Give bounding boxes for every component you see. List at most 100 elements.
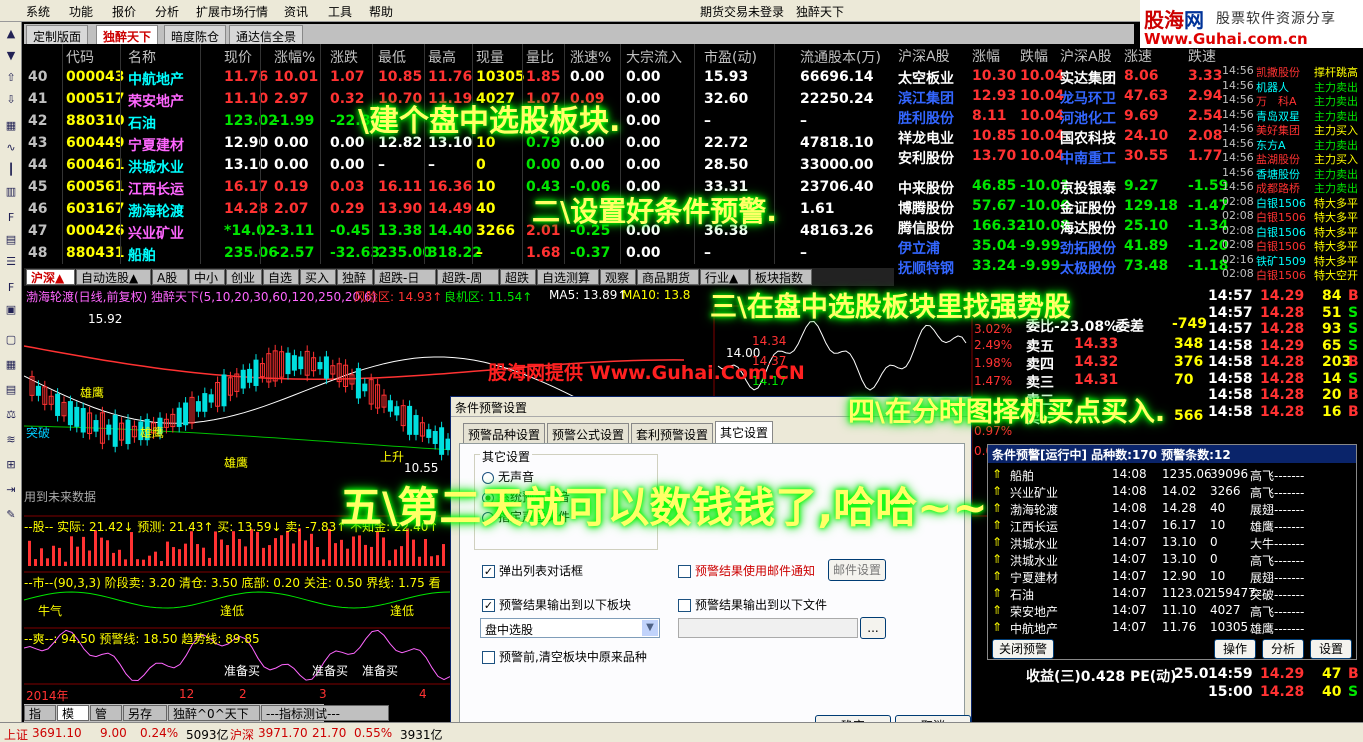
alert-row[interactable]: ⇑ 洪城水业 14:07 13.10 0 高飞------- — [992, 552, 1342, 569]
feed-item[interactable]: 02:08 白银1506 特大多平 — [1222, 195, 1363, 210]
up-arrow-icon[interactable]: ▲ — [3, 26, 19, 42]
checkbox-icon[interactable] — [678, 565, 691, 578]
line-chart-icon[interactable]: ∿ — [3, 140, 19, 156]
wave-icon[interactable]: ≋ — [3, 432, 19, 448]
table-row[interactable]: 48 880431 船舶 235.06 -2.57 -32.63 235.00 318.22–… — [24, 242, 894, 264]
tab-market-2[interactable]: A股 — [152, 269, 188, 285]
column-header[interactable]: 名称 — [128, 47, 156, 67]
zoom-icon[interactable]: ⊞ — [3, 457, 19, 473]
column-header[interactable]: 跌速 — [1188, 46, 1216, 66]
feed-item[interactable]: 14:56 东方A 主力卖出 — [1222, 137, 1363, 152]
up-arrow-icon[interactable]: ⇧ — [3, 70, 19, 86]
column-header[interactable]: 流通股本(万) — [800, 47, 881, 67]
clear-block-checkbox[interactable]: 预警前,清空板块中原来品种 — [482, 648, 647, 665]
alert-row[interactable]: ⇑ 江西长运 14:07 16.17 10 雄鹰------- — [992, 518, 1342, 535]
alert-row[interactable]: ⇑ 荣安地产 14:07 11.10 4027 高飞------- — [992, 603, 1342, 620]
tab-market-4[interactable]: 创业 — [226, 269, 262, 285]
indicator-tab[interactable]: 管理 — [90, 705, 122, 737]
list-icon[interactable]: ☰ — [3, 254, 19, 270]
tab-market-3[interactable]: 中小 — [189, 269, 225, 285]
tab-market-8[interactable]: 超跌-日 — [374, 269, 436, 285]
column-header[interactable]: 沪深A股 — [898, 46, 950, 66]
table-row[interactable]: 40 000043 中航地产 11.76 10.01 1.07 10.85 11.76 1030… — [24, 66, 894, 88]
indicator-tab[interactable]: 独醉^0^天下 — [168, 705, 260, 721]
email-settings-button[interactable]: 邮件设置 — [828, 559, 886, 581]
column-header[interactable]: 现量 — [476, 47, 504, 67]
feed-item[interactable]: 02:08 白银1506 特大多平 — [1222, 209, 1363, 224]
feed-item[interactable]: 14:56 香塘股份 主力卖出 — [1222, 166, 1363, 181]
column-header[interactable]: 涨幅% — [274, 47, 315, 67]
column-header[interactable]: 沪深A股 — [1060, 46, 1112, 66]
alert-row[interactable]: ⇑ 宁夏建材 14:07 12.90 10 展翅------- — [992, 569, 1342, 586]
operate-button[interactable]: 操作 — [1214, 639, 1256, 659]
tab-market-12[interactable]: 观察 — [600, 269, 636, 285]
list-item[interactable]: 胜利股份 8.11 10.04 河池化工 9.69 2.54 — [896, 106, 1223, 127]
tab-market-6[interactable]: 买入 — [300, 269, 336, 285]
alert-row[interactable]: ⇑ 渤海轮渡 14:08 14.28 40 展翅------- — [992, 501, 1342, 518]
checkbox-icon[interactable] — [482, 651, 495, 664]
tab-market-5[interactable]: 自选 — [263, 269, 299, 285]
menu-analysis[interactable]: 分析 — [155, 3, 179, 20]
candle-icon[interactable]: ┃ — [3, 162, 19, 178]
window-icon[interactable]: ▢ — [3, 332, 19, 348]
column-header[interactable]: 最高 — [428, 47, 456, 67]
menu-quote[interactable]: 报价 — [112, 3, 136, 20]
feed-item[interactable]: 14:56 青岛双星 主力卖出 — [1222, 108, 1363, 123]
column-header[interactable]: 涨跌 — [330, 47, 358, 67]
column-header[interactable]: 涨幅 — [972, 46, 1000, 66]
list-item[interactable]: 太空板业 10.30 10.04 实达集团 8.06 3.33 — [896, 66, 1223, 87]
analyze-button[interactable]: 分析 — [1262, 639, 1304, 659]
alert-row[interactable]: ⇑ 兴业矿业 14:08 14.02 3266 高飞------- — [992, 484, 1342, 501]
feed-item[interactable]: 02:08 白银1506 特大空开 — [1222, 267, 1363, 282]
indicator-tab[interactable]: 另存为 — [123, 705, 167, 737]
list-item[interactable]: 腾信股份 166.32 -10.00 海达股份 25.10 -1.34 — [896, 216, 1228, 237]
tab-market-9[interactable]: 超跌-周 — [437, 269, 499, 285]
email-checkbox[interactable]: 预警结果使用邮件通知 — [678, 562, 815, 579]
feed-item[interactable]: 14:56 盐湖股份 主力买入 — [1222, 151, 1363, 166]
tab-duzui[interactable]: 独醉天下 — [96, 25, 159, 44]
browse-button[interactable]: ... — [860, 617, 886, 639]
tab-market-7[interactable]: 独醉 — [337, 269, 373, 285]
tab-market-1[interactable]: 自动选股▲ — [76, 269, 151, 285]
checkbox-checked-icon[interactable]: ✓ — [482, 565, 495, 578]
block-select[interactable]: 盘中选股 ▼ — [480, 618, 660, 638]
menu-tools[interactable]: 工具 — [328, 3, 352, 20]
feed-item[interactable]: 02:16 铁矿1509 特大多平 — [1222, 253, 1363, 268]
tab-arbitrage-alert[interactable]: 套利预警设置 — [631, 423, 714, 443]
menu-help[interactable]: 帮助 — [369, 3, 393, 20]
column-header[interactable]: 现价 — [224, 47, 252, 67]
popup-list-checkbox[interactable]: ✓ 弹出列表对话框 — [482, 562, 583, 579]
file-path-input[interactable] — [678, 618, 858, 638]
tab-market-0[interactable]: 沪深▲ — [26, 269, 75, 285]
indicator-tab[interactable]: ---指标测试--- — [261, 705, 389, 721]
settings-button[interactable]: 设置 — [1310, 639, 1352, 659]
alert-row[interactable]: ⇑ 洪城水业 14:07 13.10 0 大牛------- — [992, 535, 1342, 552]
scale-icon[interactable]: ⚖ — [3, 407, 19, 423]
tab-alert-symbols[interactable]: 预警品种设置 — [463, 423, 546, 443]
tab-market-11[interactable]: 自选测算 — [537, 269, 599, 285]
close-alert-button[interactable]: 关闭预警 — [992, 639, 1054, 659]
exit-icon[interactable]: ⇥ — [3, 482, 19, 498]
list-item[interactable]: 中来股份 46.85 -10.01 京投银泰 9.27 -1.59 — [896, 176, 1228, 197]
column-header[interactable]: 跌幅 — [1020, 46, 1048, 66]
checkbox-icon[interactable] — [678, 599, 691, 612]
table-row[interactable]: 44 600461 洪城水业 13.10 0.00 0.00– –0 0.00 0.00 0.00… — [24, 154, 894, 176]
feed-item[interactable]: 14:56 成都路桥 主力卖出 — [1222, 180, 1363, 195]
column-header[interactable]: 最低 — [378, 47, 406, 67]
down-arrow-icon[interactable]: ⇩ — [3, 92, 19, 108]
grid-icon[interactable]: ▦ — [3, 118, 19, 134]
feed-item[interactable]: 02:08 白银1506 特大多平 — [1222, 238, 1363, 253]
bar-chart-icon[interactable]: ▥ — [3, 184, 19, 200]
table-icon[interactable]: ▤ — [3, 232, 19, 248]
list-item[interactable]: 伊立浦 35.04 -9.99 劲拓股份 41.89 -1.20 — [896, 236, 1228, 257]
indicator-tab[interactable]: 指标 — [24, 705, 56, 737]
pencil-icon[interactable]: ✎ — [3, 507, 19, 523]
list-item[interactable]: 滨江集团 12.93 10.04 龙马环卫 47.63 2.94 — [896, 86, 1223, 107]
alert-row[interactable]: ⇑ 石油 14:07 1123.02 159477 突破------- — [992, 586, 1342, 603]
menu-function[interactable]: 功能 — [69, 3, 93, 20]
column-header[interactable]: 涨速% — [570, 47, 611, 67]
list-item[interactable]: 祥龙电业 10.85 10.04 国农科技 24.10 2.08 — [896, 126, 1223, 147]
tab-market-10[interactable]: 超跌 — [500, 269, 536, 285]
tab-panorama[interactable]: 通达信全景 — [229, 25, 304, 44]
alert-row[interactable]: ⇑ 船舶 14:08 1235.06 39096 高飞------- — [992, 467, 1342, 484]
